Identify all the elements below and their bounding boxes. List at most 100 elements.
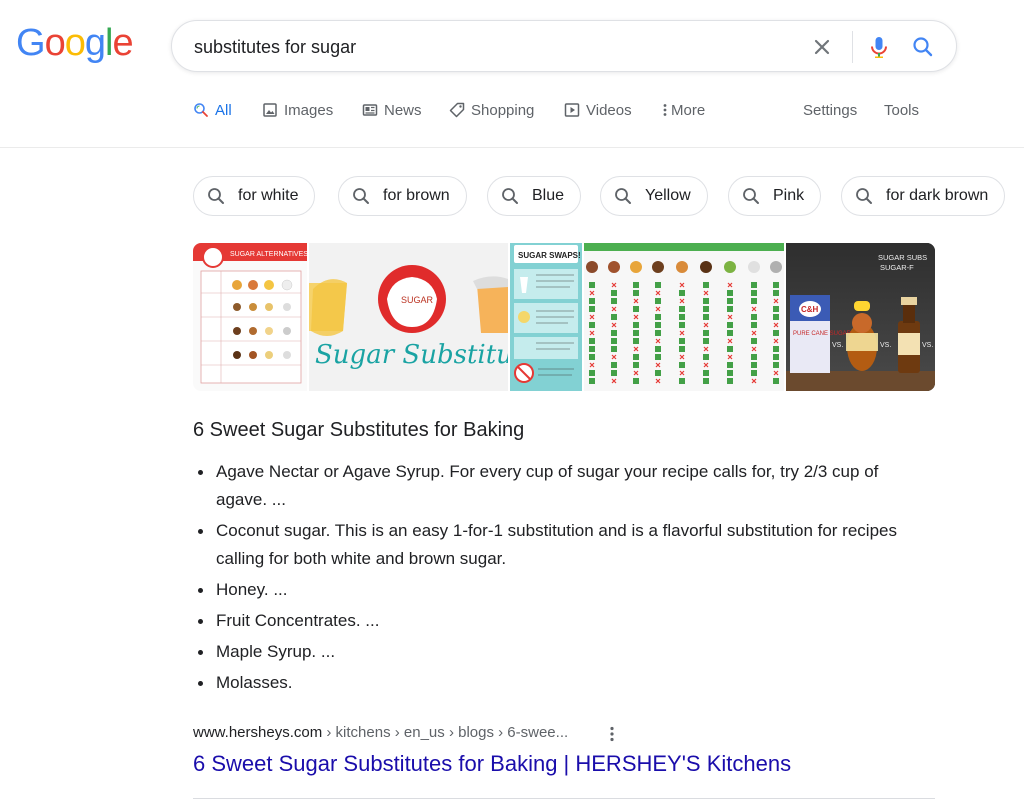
- chip-label: Pink: [773, 187, 805, 204]
- sugar-substitute-image: SUGAR Sugar Substitute: [309, 243, 508, 391]
- check-mark: [611, 362, 617, 368]
- image-icon: [263, 103, 277, 117]
- image-thumbnail[interactable]: SUGAR ALTERNATIVES: [193, 243, 309, 391]
- tab-videos[interactable]: Videos: [564, 98, 632, 122]
- check-mark: [727, 290, 733, 296]
- table-icon: [630, 261, 642, 273]
- close-icon[interactable]: [808, 33, 836, 61]
- check-mark: [727, 298, 733, 304]
- tab-label: Videos: [586, 101, 632, 119]
- check-mark: [703, 298, 709, 304]
- tab-label: Shopping: [471, 101, 535, 119]
- search-icon: [208, 188, 224, 204]
- list-item: Agave Nectar or Agave Syrup. For every c…: [193, 458, 913, 514]
- tab-label: More: [671, 101, 706, 119]
- image-thumbnail[interactable]: SUGAR SUBS SUGAR-F C&H PURE CANE SUGAR VS…: [784, 243, 935, 391]
- check-mark: [589, 322, 595, 328]
- result-url[interactable]: www.hersheys.com › kitchens › en_us › bl…: [193, 724, 568, 741]
- check-mark: [655, 282, 661, 288]
- news-icon: [362, 104, 378, 116]
- image-thumbnail[interactable]: SUGAR SWAPS!: [508, 243, 584, 391]
- sugar-products-photo-image: SUGAR SUBS SUGAR-F C&H PURE CANE SUGAR VS…: [786, 243, 935, 391]
- check-mark: [727, 362, 733, 368]
- check-mark: [633, 338, 639, 344]
- check-mark: [633, 290, 639, 296]
- search-input[interactable]: [194, 34, 784, 60]
- sugar-alternatives-chart-image: SUGAR ALTERNATIVES: [193, 243, 308, 384]
- check-mark: [611, 330, 617, 336]
- chip-pink[interactable]: Pink: [728, 176, 822, 216]
- check-mark: [633, 362, 639, 368]
- search-icon: [615, 188, 631, 204]
- check-mark: [727, 330, 733, 336]
- chip-for-brown[interactable]: for brown: [338, 176, 467, 216]
- check-mark: [589, 370, 595, 376]
- chip-yellow[interactable]: Yellow: [600, 176, 708, 216]
- chip-for-white[interactable]: for white: [193, 176, 316, 216]
- check-mark: [655, 354, 661, 360]
- tab-all[interactable]: All: [193, 98, 232, 122]
- list-item: Molasses.: [193, 669, 913, 697]
- chip-for-dark-brown[interactable]: for dark brown: [841, 176, 1006, 216]
- check-mark: [751, 322, 757, 328]
- check-mark: [611, 314, 617, 320]
- logo-letter: l: [104, 22, 114, 64]
- list-item: Honey. ...: [193, 576, 913, 604]
- table-icon: [652, 261, 664, 273]
- check-mark: [703, 314, 709, 320]
- check-mark: [679, 346, 685, 352]
- check-mark: [679, 306, 685, 312]
- check-mark: [679, 314, 685, 320]
- check-mark: [751, 370, 757, 376]
- check-mark: [751, 354, 757, 360]
- check-mark: [773, 362, 779, 368]
- list-item: Fruit Concentrates. ...: [193, 607, 913, 635]
- chip-label: for white: [238, 187, 299, 204]
- check-mark: [611, 290, 617, 296]
- result-domain: www.hersheys.com: [193, 724, 323, 741]
- check-mark: [727, 306, 733, 312]
- search-icon[interactable]: [909, 33, 937, 61]
- check-mark: [633, 330, 639, 336]
- tab-more[interactable]: More: [661, 98, 705, 122]
- image-thumbnail[interactable]: SUGAR Sugar Substitute: [309, 243, 508, 391]
- image-thumbnail[interactable]: [584, 243, 784, 391]
- more-vertical-icon: [663, 104, 667, 116]
- check-mark: [727, 378, 733, 384]
- search-icon: [353, 188, 369, 204]
- table-icon: [700, 261, 712, 273]
- chip-label: for dark brown: [886, 187, 989, 204]
- tab-images[interactable]: Images: [262, 98, 333, 122]
- tools-link[interactable]: Tools: [884, 98, 919, 122]
- check-mark: [751, 282, 757, 288]
- search-icon: [502, 188, 518, 204]
- table-icon: [676, 261, 688, 273]
- settings-link[interactable]: Settings: [803, 98, 857, 122]
- check-mark: [703, 330, 709, 336]
- check-mark: [611, 370, 617, 376]
- sugar-swaps-infographic-image: SUGAR SWAPS!: [510, 243, 582, 391]
- search-icon: [743, 188, 759, 204]
- thumb-title: SUGAR SWAPS!: [518, 251, 581, 260]
- check-mark: [703, 282, 709, 288]
- featured-snippet-title: 6 Sweet Sugar Substitutes for Baking: [193, 419, 525, 441]
- list-item: Maple Syrup. ...: [193, 638, 913, 666]
- google-logo[interactable]: Google: [16, 22, 134, 66]
- check-mark: [611, 298, 617, 304]
- thumb-title: SUGAR ALTERNATIVES: [230, 251, 308, 258]
- tag-icon: [449, 102, 465, 118]
- tab-shopping[interactable]: Shopping: [449, 98, 534, 122]
- more-vertical-icon[interactable]: [606, 724, 618, 744]
- check-mark: [751, 362, 757, 368]
- table-icon: [770, 261, 782, 273]
- check-mark: [633, 378, 639, 384]
- search-box[interactable]: [171, 20, 957, 72]
- chip-blue[interactable]: Blue: [487, 176, 582, 216]
- check-mark: [751, 338, 757, 344]
- tab-news[interactable]: News: [362, 98, 422, 122]
- microphone-icon[interactable]: [865, 33, 893, 61]
- product-brand: C&H: [801, 305, 819, 314]
- thumb-title-line-2: SUGAR-F: [880, 263, 914, 272]
- video-icon: [564, 103, 580, 117]
- result-title-link[interactable]: 6 Sweet Sugar Substitutes for Baking | H…: [193, 751, 791, 777]
